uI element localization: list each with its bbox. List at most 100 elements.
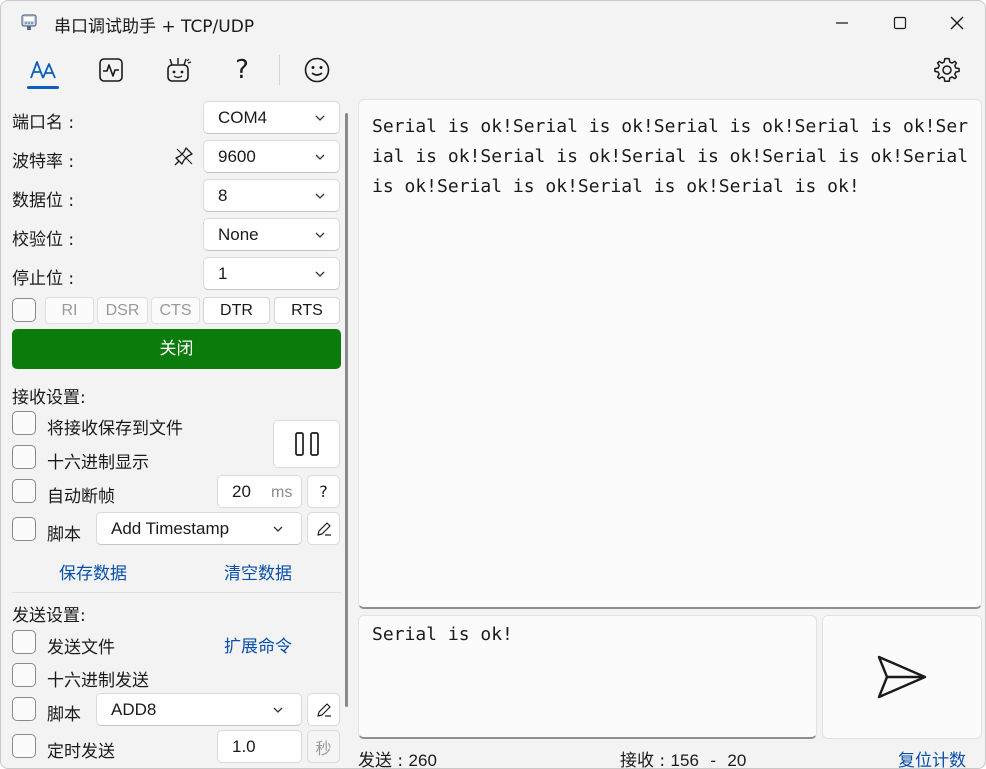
send-script-value: ADD8 [111,700,157,719]
hex-display-label: 十六进制显示 [47,453,149,473]
send-textarea[interactable]: Serial is ok! [358,615,817,739]
save-data-link[interactable]: 保存数据 [59,559,127,584]
databits-label: 数据位 : [12,191,75,211]
send-settings-header: 发送设置: [12,606,86,626]
sent-label: 发送 : [358,751,404,769]
chevron-down-icon [315,193,325,199]
help-button[interactable]: ? [225,53,259,87]
send-file-checkbox[interactable] [12,630,36,654]
chevron-down-icon [273,526,283,532]
send-script-checkbox[interactable] [12,697,36,721]
pause-icon [294,432,319,456]
close-icon [950,16,964,30]
send-script-edit-button[interactable] [307,693,340,726]
waveform-button[interactable] [94,53,128,87]
recv-script-value: Add Timestamp [111,519,230,538]
timed-send-label: 定时发送 [47,742,115,762]
send-script-select[interactable]: ADD8 [96,693,302,726]
pin-ri: RI [45,297,94,324]
timed-send-checkbox[interactable] [12,734,36,758]
hex-send-label: 十六进制发送 [47,671,149,691]
frame-help-button[interactable]: ? [307,475,340,508]
save-to-file-label: 将接收保存到文件 [47,419,183,439]
extended-commands-link[interactable]: 扩展命令 [224,632,292,657]
sent-count-label: 发送 : 260 [358,746,437,769]
timed-unit: 秒 [307,730,340,763]
title-bar: 串口调试助手 + TCP/UDP [1,1,985,47]
frame-timeout-unit: ms [271,484,293,501]
clear-data-link[interactable]: 清空数据 [224,559,292,584]
pause-button[interactable] [273,420,340,468]
send-file-label: 发送文件 [47,638,115,658]
smiley-icon [304,57,330,83]
timed-interval-input[interactable]: 1.0 [217,730,302,763]
recv-script-checkbox[interactable] [12,517,36,541]
waveform-icon [99,58,123,82]
minimize-button[interactable] [813,1,871,45]
emoji-button[interactable] [300,53,334,87]
parity-select[interactable]: None [203,218,340,251]
pin-rts-button[interactable]: RTS [274,297,340,324]
frame-timeout-value: 20 [232,482,251,501]
pin-icon[interactable] [173,145,195,167]
timed-unit-label: 秒 [315,738,332,758]
plugin-button[interactable] [161,53,195,87]
databits-select[interactable]: 8 [203,179,340,212]
baud-label: 波特率 : [12,152,75,172]
recv-script-select[interactable]: Add Timestamp [96,512,302,545]
chevron-down-icon [315,154,325,160]
text-mode-button[interactable] [26,53,60,87]
hex-display-checkbox[interactable] [12,445,36,469]
edit-icon [316,702,331,717]
parity-label: 校验位 : [12,230,75,250]
chevron-down-icon [273,707,283,713]
save-to-file-checkbox[interactable] [12,411,36,435]
active-tab-indicator [27,86,59,89]
stopbits-label: 停止位 : [12,269,75,289]
maximize-button[interactable] [871,1,929,45]
stopbits-select[interactable]: 1 [203,257,340,290]
settings-icon [934,57,960,82]
section-divider [12,592,341,593]
frame-timeout-input[interactable]: 20 ms [217,475,302,508]
close-port-button[interactable]: 关闭 [12,329,341,369]
edit-icon [316,521,331,536]
port-select[interactable]: COM4 [203,101,340,134]
chevron-down-icon [315,271,325,277]
auto-frame-checkbox[interactable] [12,479,36,503]
recv-count-label: 接收 : 156 - 20 [620,746,747,769]
baud-select[interactable]: 9600 [203,140,340,173]
close-window-button[interactable] [928,1,985,45]
port-label: 端口名 : [12,113,75,133]
left-panel-scrollbar[interactable] [345,113,348,707]
receive-textarea[interactable]: Serial is ok!Serial is ok!Serial is ok!S… [358,99,982,609]
receive-settings-header: 接收设置: [12,388,86,408]
recv-label: 接收 : [620,751,666,769]
minimize-icon [836,22,848,24]
help-icon: ? [319,482,328,501]
parity-value: None [218,225,259,244]
send-button[interactable] [822,615,982,739]
help-icon: ? [235,55,249,85]
settings-button[interactable] [930,53,964,87]
send-script-label: 脚本 [47,705,81,725]
reset-count-link[interactable]: 复位计数 [898,746,966,768]
recv-count: 156 [670,751,699,769]
send-text: Serial is ok! [372,624,513,645]
port-value: COM4 [218,108,268,127]
send-icon [877,655,927,699]
databits-value: 8 [218,186,228,205]
receive-text: Serial is ok!Serial is ok!Serial is ok!S… [372,116,969,197]
pins-checkbox[interactable] [12,298,36,322]
pin-dtr-button[interactable]: DTR [203,297,270,324]
baud-value: 9600 [218,147,256,166]
recv-script-edit-button[interactable] [307,512,340,545]
timed-interval-value: 1.0 [232,737,256,756]
hex-send-checkbox[interactable] [12,663,36,687]
chevron-down-icon [315,232,325,238]
app-icon [21,14,37,30]
maximize-icon [893,16,907,30]
pin-cts: CTS [151,297,200,324]
stopbits-value: 1 [218,264,228,283]
recv-extra-count: 20 [727,751,747,769]
